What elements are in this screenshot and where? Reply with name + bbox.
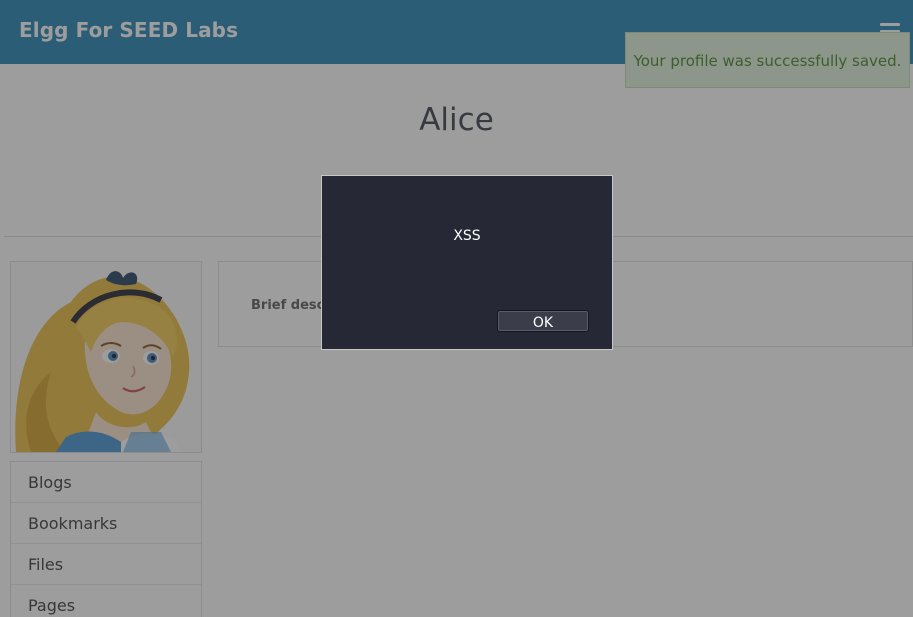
alert-dialog: XSS OK bbox=[321, 175, 613, 350]
page: Elgg For SEED Labs Alice bbox=[0, 0, 913, 617]
ok-button[interactable]: OK bbox=[497, 310, 589, 332]
system-message-text: Your profile was successfully saved. bbox=[633, 52, 902, 70]
alert-message: XSS bbox=[453, 228, 481, 244]
